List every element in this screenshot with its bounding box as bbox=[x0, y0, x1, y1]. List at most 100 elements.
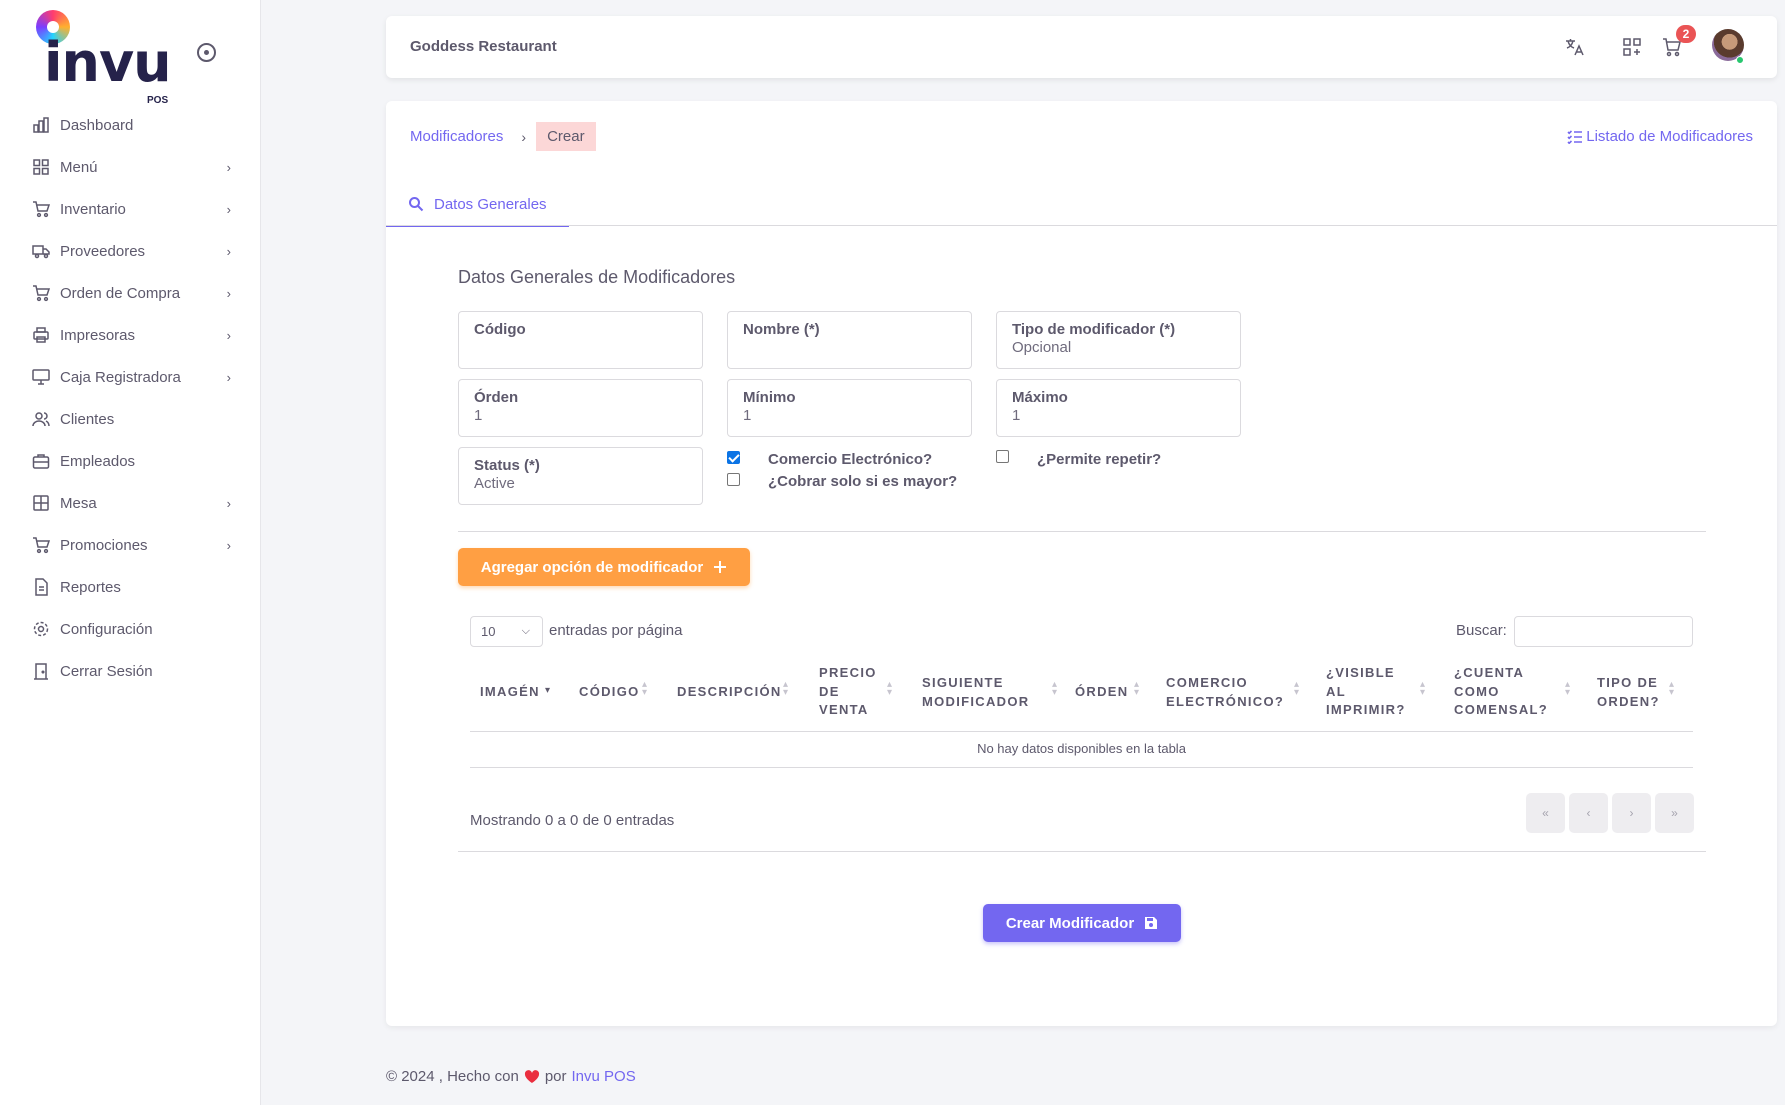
chevron-right-icon: › bbox=[226, 244, 231, 259]
th-descripcion[interactable]: DESCRIPCIÓN bbox=[677, 683, 782, 702]
divider bbox=[458, 531, 1706, 532]
create-modifier-button[interactable]: Crear Modificador bbox=[983, 904, 1181, 942]
th-siguiente-modificador[interactable]: SIGUIENTE MODIFICADOR bbox=[922, 674, 1040, 711]
chevron-right-icon: › bbox=[226, 370, 231, 385]
sidebar-item-clientes[interactable]: Clientes bbox=[0, 398, 261, 440]
invu-logo[interactable]: invu POS bbox=[34, 10, 184, 106]
per-page-value: 10 bbox=[481, 624, 496, 639]
sidebar-item-empleados[interactable]: Empleados bbox=[0, 440, 261, 482]
save-icon bbox=[1145, 917, 1158, 929]
gear-icon bbox=[31, 619, 51, 639]
sidebar: invu POS Dashboard Menú › Inventario › P… bbox=[0, 0, 261, 1105]
list-modifiers-link[interactable]: Listado de Modificadores bbox=[1567, 128, 1753, 145]
footer-text: © 2024 , Hecho con bbox=[386, 1068, 519, 1085]
chevron-right-icon: › bbox=[226, 496, 231, 511]
sidebar-item-menu[interactable]: Menú › bbox=[0, 146, 261, 188]
th-cuenta-comensal[interactable]: ¿CUENTA COMO COMENSAL? bbox=[1454, 664, 1550, 720]
sort-icon: ▴ ▾ bbox=[1420, 679, 1426, 698]
footer-brand-link[interactable]: Invu POS bbox=[572, 1068, 636, 1085]
sidebar-item-label: Promociones bbox=[60, 536, 148, 554]
chevron-right-icon: › bbox=[226, 538, 231, 553]
sidebar-item-impresoras[interactable]: Impresoras › bbox=[0, 314, 261, 356]
printer-icon bbox=[31, 325, 51, 345]
sidebar-item-inventario[interactable]: Inventario › bbox=[0, 188, 261, 230]
table-header-divider bbox=[470, 731, 1693, 732]
breadcrumb-parent[interactable]: Modificadores bbox=[410, 128, 503, 145]
cart-icon bbox=[31, 199, 51, 219]
sidebar-item-label: Impresoras bbox=[60, 326, 136, 344]
pagination-next[interactable]: › bbox=[1612, 793, 1651, 833]
maximo-field[interactable]: Máximo 1 bbox=[996, 379, 1241, 437]
cart-icon bbox=[31, 283, 51, 303]
online-status-dot bbox=[1736, 56, 1744, 64]
add-grid-icon[interactable] bbox=[1618, 33, 1646, 61]
restaurant-name: Goddess Restaurant bbox=[410, 38, 557, 55]
chevron-right-icon: › bbox=[226, 328, 231, 343]
sidebar-item-label: Dashboard bbox=[60, 116, 134, 134]
entries-per-page-select[interactable]: 10 ⌵ bbox=[470, 616, 543, 647]
pagination-last[interactable]: » bbox=[1655, 793, 1694, 833]
sort-icon: ▴ ▾ bbox=[887, 679, 893, 698]
nombre-field[interactable]: Nombre (*) bbox=[727, 311, 972, 369]
pagination-prev[interactable]: ‹ bbox=[1569, 793, 1608, 833]
sidebar-item-reportes[interactable]: Reportes bbox=[0, 566, 261, 608]
permite-repetir-checkbox[interactable] bbox=[996, 450, 1009, 463]
topbar: Goddess Restaurant 2 bbox=[386, 16, 1777, 78]
main-card: Modificadores › Crear Listado de Modific… bbox=[386, 101, 1777, 1026]
th-comercio-electronico[interactable]: COMERCIO ELECTRÓNICO? bbox=[1166, 674, 1291, 711]
sidebar-item-proveedores[interactable]: Proveedores › bbox=[0, 230, 261, 272]
nombre-label: Nombre (*) bbox=[743, 321, 820, 338]
sort-icon: ▴ ▾ bbox=[1565, 679, 1571, 698]
sidebar-item-caja[interactable]: Caja Registradora › bbox=[0, 356, 261, 398]
th-orden[interactable]: ÓRDEN bbox=[1075, 683, 1128, 702]
sidebar-item-cerrar-sesion[interactable]: Cerrar Sesión bbox=[0, 650, 261, 692]
briefcase-icon bbox=[31, 451, 51, 471]
sidebar-toggle-icon[interactable] bbox=[197, 43, 216, 62]
plus-icon bbox=[714, 561, 727, 573]
minimo-label: Mínimo bbox=[743, 389, 796, 406]
sidebar-item-promociones[interactable]: Promociones › bbox=[0, 524, 261, 566]
pagination-first[interactable]: « bbox=[1526, 793, 1565, 833]
translate-icon[interactable] bbox=[1561, 33, 1589, 61]
tipo-modificador-select[interactable]: Tipo de modificador (*) Opcional bbox=[996, 311, 1241, 369]
sidebar-item-mesa[interactable]: Mesa › bbox=[0, 482, 261, 524]
tab-datos-generales[interactable]: Datos Generales bbox=[386, 183, 569, 227]
sidebar-item-label: Inventario bbox=[60, 200, 126, 218]
door-icon bbox=[31, 661, 51, 681]
sidebar-item-dashboard[interactable]: Dashboard bbox=[0, 104, 261, 146]
th-imagen[interactable]: IMAGÉN bbox=[480, 683, 540, 702]
search-input[interactable] bbox=[1514, 616, 1693, 647]
orden-field[interactable]: Órden 1 bbox=[458, 379, 703, 437]
table-empty-message: No hay datos disponibles en la tabla bbox=[977, 741, 1186, 756]
sidebar-item-label: Configuración bbox=[60, 620, 153, 638]
permite-repetir-label: ¿Permite repetir? bbox=[1037, 451, 1162, 468]
breadcrumb: Modificadores › Crear bbox=[410, 121, 596, 152]
table-bottom-divider bbox=[470, 767, 1693, 768]
status-value: Active bbox=[474, 475, 515, 492]
chart-bar-icon bbox=[31, 115, 51, 135]
th-visible-imprimir[interactable]: ¿VISIBLE AL IMPRIMIR? bbox=[1326, 664, 1416, 720]
sort-desc-icon: ▾ bbox=[545, 685, 551, 696]
minimo-field[interactable]: Mínimo 1 bbox=[727, 379, 972, 437]
codigo-field[interactable]: Código bbox=[458, 311, 703, 369]
sidebar-item-configuracion[interactable]: Configuración bbox=[0, 608, 261, 650]
table-icon bbox=[31, 493, 51, 513]
cobrar-mayor-checkbox[interactable] bbox=[727, 473, 740, 486]
monitor-icon bbox=[31, 367, 51, 387]
sidebar-item-label: Orden de Compra bbox=[60, 284, 181, 302]
status-select[interactable]: Status (*) Active bbox=[458, 447, 703, 505]
truck-icon bbox=[31, 241, 51, 261]
th-codigo[interactable]: CÓDIGO bbox=[579, 683, 640, 702]
th-precio-venta[interactable]: PRECIO DE VENTA bbox=[819, 664, 881, 720]
add-option-label: Agregar opción de modificador bbox=[480, 558, 704, 576]
status-label: Status (*) bbox=[474, 457, 540, 474]
th-tipo-orden[interactable]: TIPO DE ORDEN? bbox=[1597, 674, 1672, 711]
sidebar-item-label: Empleados bbox=[60, 452, 136, 470]
breadcrumb-current: Crear bbox=[536, 122, 596, 151]
sidebar-item-label: Proveedores bbox=[60, 242, 146, 260]
list-check-icon bbox=[1567, 129, 1583, 144]
chevron-down-icon: ⌵ bbox=[521, 625, 530, 637]
comercio-electronico-checkbox[interactable] bbox=[727, 451, 740, 464]
sidebar-item-orden-compra[interactable]: Orden de Compra › bbox=[0, 272, 261, 314]
add-option-button[interactable]: Agregar opción de modificador bbox=[458, 548, 750, 586]
